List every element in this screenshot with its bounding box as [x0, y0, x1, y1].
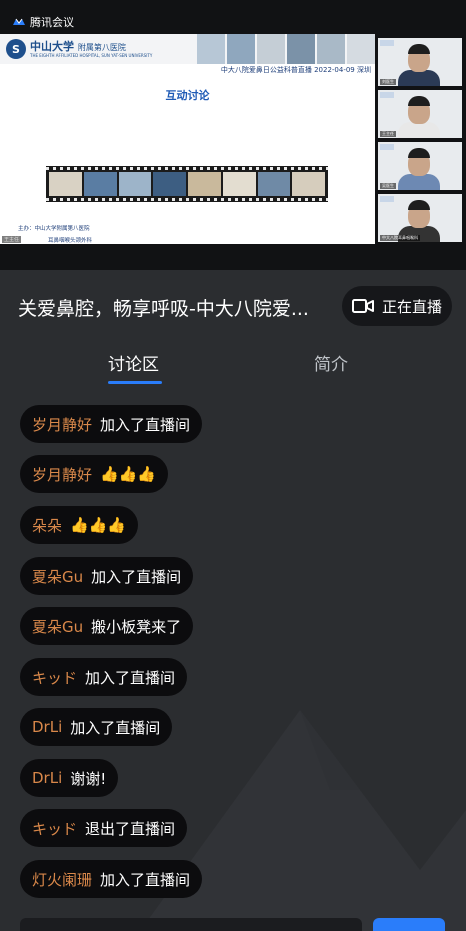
live-title: 关爱鼻腔，畅享呼吸-中大八院爱... — [18, 298, 309, 320]
slide-title: 互动讨论 — [165, 89, 210, 102]
chat-username[interactable]: 夏朵Gu — [32, 566, 83, 587]
photo-filmstrip — [46, 166, 328, 202]
chat-username[interactable]: 夏朵Gu — [32, 616, 83, 637]
participant-video[interactable]: 吴医生 — [378, 142, 462, 190]
slide-org-en: THE EIGHTH AFFILIATED HOSPITAL, SUN YAT-… — [30, 53, 153, 58]
chat-username[interactable]: DrLi — [32, 718, 62, 736]
chat-text: 加入了直播间 — [100, 870, 191, 889]
app-brand: 腾讯会议 — [30, 16, 74, 29]
live-status-label: 正在直播 — [381, 297, 442, 316]
chat-username[interactable]: 岁月静好 — [32, 414, 92, 435]
comment-input[interactable] — [20, 918, 362, 931]
slide-footer: 主办：中山大学附属第八医院 耳鼻咽喉头颈外科 — [18, 226, 93, 244]
chat-message: 岁月静好 加入了直播间 — [20, 405, 203, 443]
chat-message: 夏朵Gu 搬小板凳来了 — [20, 607, 194, 645]
active-tab-indicator — [108, 381, 162, 384]
chat-text: 加入了直播间 — [85, 668, 176, 687]
speaker-tag: 王主任 — [2, 236, 22, 243]
tab-intro[interactable]: 简介 — [314, 350, 348, 375]
participant-name: 中大八院耳鼻咽喉科 — [380, 235, 420, 241]
tab-discussion[interactable]: 讨论区 — [108, 350, 159, 375]
shared-slide: S 中山大学 附属第八医院 THE EIGHTH AFFILIATED HOSP… — [0, 34, 375, 244]
participant-video[interactable]: 中大八院耳鼻咽喉科 — [378, 194, 462, 242]
participant-name: 刘医生 — [380, 79, 396, 85]
university-logo-icon: S — [6, 39, 26, 59]
chat-username[interactable]: 灯火阑珊 — [32, 869, 92, 890]
chat-message: 灯火阑珊 加入了直播间 — [20, 860, 203, 898]
chat-text: 加入了直播间 — [91, 567, 182, 586]
chat-text: 👍👍👍 — [100, 465, 157, 483]
participant-name: 王主任 — [380, 131, 396, 137]
chat-message: 岁月静好 👍👍👍 — [20, 455, 169, 493]
chat-text: 谢谢! — [70, 769, 107, 788]
video-camera-icon — [351, 299, 374, 313]
slide-header: S 中山大学 附属第八医院 THE EIGHTH AFFILIATED HOSP… — [0, 34, 375, 64]
participant-video[interactable]: 刘医生 — [378, 38, 462, 86]
chat-message: DrLi 谢谢! — [20, 759, 119, 797]
slide-subtitle: 中大八院爱鼻日公益科普直播 2022-04-09 深圳 — [220, 66, 371, 74]
header-photos — [195, 34, 375, 64]
chat-username[interactable]: 岁月静好 — [32, 464, 92, 485]
chat-username[interactable]: 朵朵 — [32, 515, 62, 536]
chat-username[interactable]: DrLi — [32, 769, 62, 787]
chat-text: 退出了直播间 — [85, 819, 176, 838]
send-button[interactable] — [373, 918, 445, 931]
chat-text: 搬小板凳来了 — [91, 617, 182, 636]
chat-message: 夏朵Gu 加入了直播间 — [20, 557, 194, 595]
chat-username[interactable]: キッド — [32, 818, 77, 839]
slide-org-name: 中山大学 附属第八医院 — [30, 40, 126, 53]
chat-text: 加入了直播间 — [100, 415, 191, 434]
participant-thumbnails: 刘医生 王主任 吴医生 中大八院耳鼻咽喉科 — [378, 38, 462, 246]
video-area[interactable]: 腾讯会议 S 中山大学 附属第八医院 THE EIGHTH AFFILIATED… — [0, 0, 466, 270]
chat-username[interactable]: キッド — [32, 667, 77, 688]
chat-message: DrLi 加入了直播间 — [20, 708, 173, 746]
chat-text: 👍👍👍 — [70, 516, 127, 534]
chat-message: 朵朵 👍👍👍 — [20, 506, 139, 544]
tencent-meeting-logo-icon — [13, 18, 25, 25]
app-logo: 腾讯会议 — [12, 14, 74, 30]
chat-message: キッド 加入了直播间 — [20, 658, 188, 696]
chat-text: 加入了直播间 — [70, 718, 161, 737]
live-status-button[interactable]: 正在直播 — [342, 286, 452, 326]
participant-name: 吴医生 — [380, 183, 396, 189]
chat-message: キッド 退出了直播间 — [20, 809, 188, 847]
participant-video[interactable]: 王主任 — [378, 90, 462, 138]
